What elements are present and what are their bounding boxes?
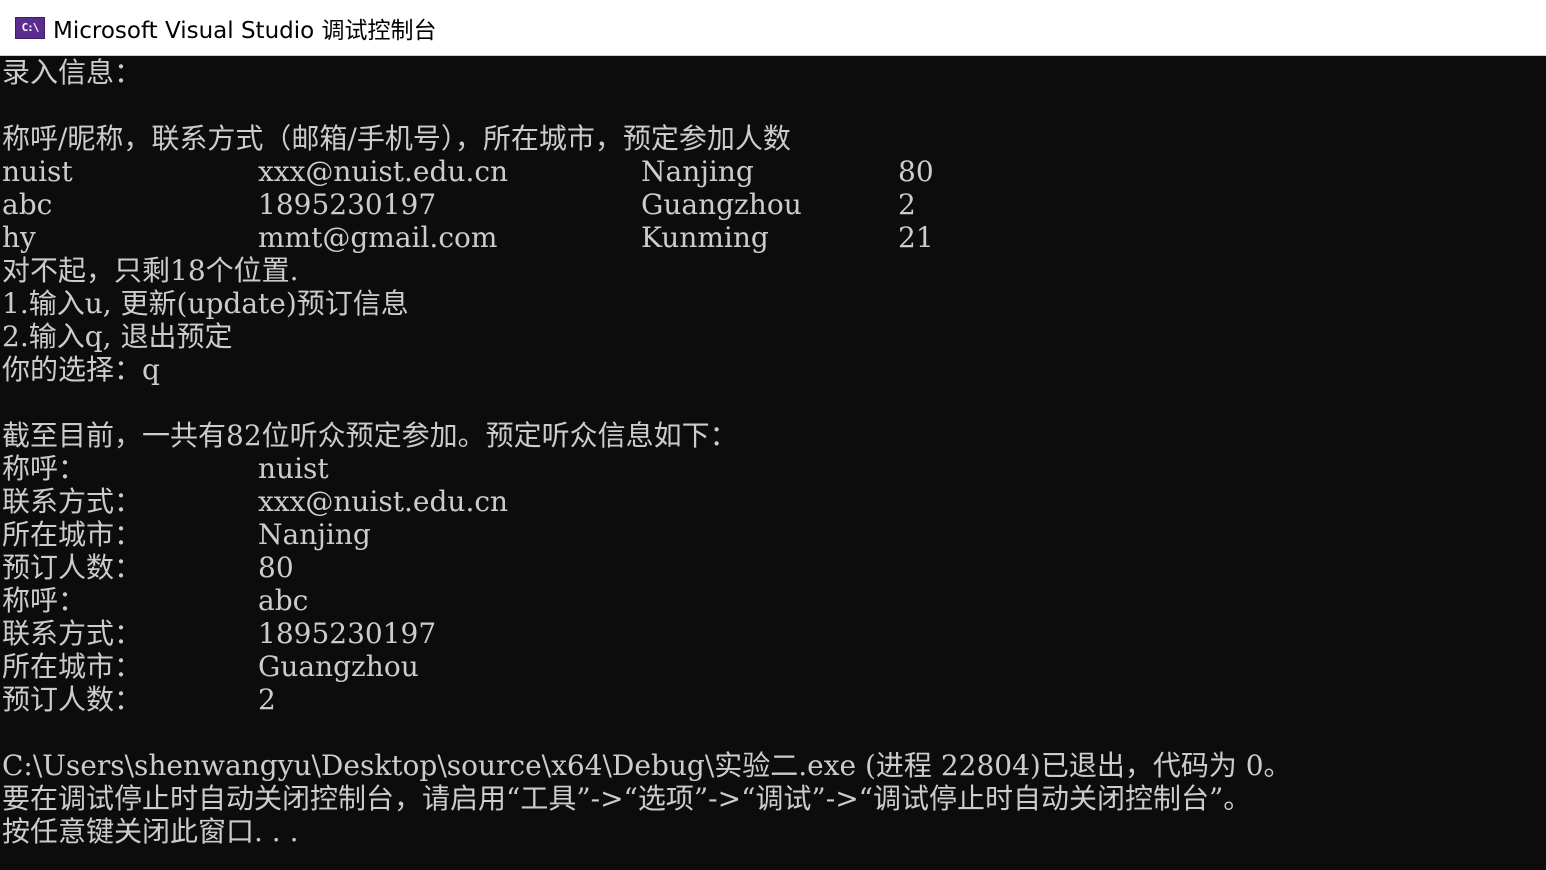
table-row: abc 1895230197 Guangzhou 2	[2, 188, 1542, 221]
record-value-contact: 1895230197	[258, 617, 437, 650]
record-value-city: Nanjing	[258, 518, 371, 551]
record-label-count: 预订人数：	[2, 551, 143, 584]
record-value-city: Guangzhou	[258, 650, 419, 683]
record-field: 所在城市： Guangzhou	[2, 650, 1542, 683]
row-name: hy	[2, 221, 36, 254]
row-contact: 1895230197	[258, 188, 437, 221]
record-value-count: 2	[258, 683, 276, 716]
record-label-count: 预订人数：	[2, 683, 143, 716]
record-label-city: 所在城市：	[2, 518, 143, 551]
row-name: abc	[2, 188, 53, 221]
table-row: hy mmt@gmail.com Kunming 21	[2, 221, 1542, 254]
row-city: Guangzhou	[641, 188, 802, 221]
record-label-contact: 联系方式：	[2, 485, 143, 518]
user-choice: 你的选择：q	[2, 353, 160, 386]
row-count: 80	[898, 155, 934, 188]
press-any-key-message: 按任意键关闭此窗口. . .	[2, 815, 299, 848]
record-field: 称呼： nuist	[2, 452, 1542, 485]
row-contact: xxx@nuist.edu.cn	[258, 155, 509, 188]
console-output[interactable]: 录入信息： 称呼/昵称，联系方式（邮箱/手机号），所在城市，预定参加人数 nui…	[2, 56, 1542, 868]
record-field: 所在城市： Nanjing	[2, 518, 1542, 551]
window-title: Microsoft Visual Studio 调试控制台	[53, 17, 437, 44]
columns-header-line: 称呼/昵称，联系方式（邮箱/手机号），所在城市，预定参加人数	[2, 122, 791, 155]
record-value-contact: xxx@nuist.edu.cn	[258, 485, 509, 518]
sorry-message: 对不起，只剩18个位置.	[2, 254, 299, 287]
record-label-contact: 联系方式：	[2, 617, 143, 650]
record-value-name: abc	[258, 584, 309, 617]
record-label-name: 称呼：	[2, 584, 87, 617]
auto-close-hint: 要在调试停止时自动关闭控制台，请启用“工具”->“选项”->“调试”->“调试停…	[2, 782, 1252, 815]
record-field: 预订人数： 2	[2, 683, 1542, 716]
record-field: 预订人数： 80	[2, 551, 1542, 584]
row-city: Nanjing	[641, 155, 754, 188]
row-contact: mmt@gmail.com	[258, 221, 498, 254]
record-value-count: 80	[258, 551, 294, 584]
record-field: 联系方式： 1895230197	[2, 617, 1542, 650]
console-window: C:\ Microsoft Visual Studio 调试控制台 录入信息： …	[0, 0, 1546, 870]
summary-message: 截至目前，一共有82位听众预定参加。预定听众信息如下：	[2, 419, 738, 452]
row-count: 21	[898, 221, 934, 254]
table-row: nuist xxx@nuist.edu.cn Nanjing 80	[2, 155, 1542, 188]
menu-option-update: 1.输入u, 更新(update)预订信息	[2, 287, 409, 320]
console-line: 录入信息：	[2, 56, 143, 89]
record-field: 称呼： abc	[2, 584, 1542, 617]
row-city: Kunming	[641, 221, 769, 254]
row-name: nuist	[2, 155, 73, 188]
record-value-name: nuist	[258, 452, 329, 485]
console-app-icon: C:\	[15, 16, 45, 39]
record-field: 联系方式： xxx@nuist.edu.cn	[2, 485, 1542, 518]
title-bar[interactable]: C:\ Microsoft Visual Studio 调试控制台	[0, 0, 1546, 56]
record-label-name: 称呼：	[2, 452, 87, 485]
record-label-city: 所在城市：	[2, 650, 143, 683]
menu-option-quit: 2.输入q, 退出预定	[2, 320, 233, 353]
process-exit-message: C:\Users\shenwangyu\Desktop\source\x64\D…	[2, 749, 1292, 782]
row-count: 2	[898, 188, 916, 221]
